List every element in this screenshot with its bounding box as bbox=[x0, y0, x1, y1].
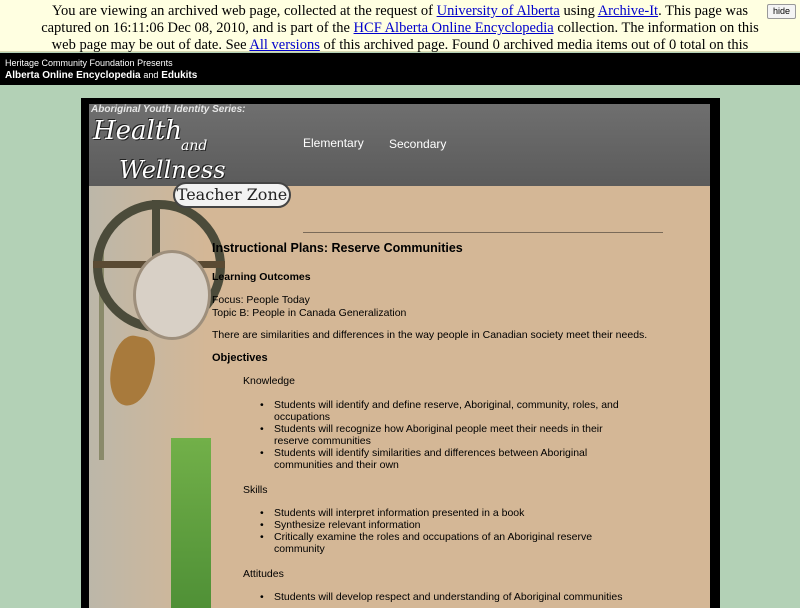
hcf-site-links: Alberta Online Encyclopedia and Edukits bbox=[5, 70, 197, 81]
skills-heading: Skills bbox=[243, 484, 268, 496]
archive-it-link[interactable]: Archive-It bbox=[598, 3, 658, 19]
page-title: Instructional Plans: Reserve Communities bbox=[212, 241, 463, 255]
encyclopedia-link[interactable]: Alberta Online Encyclopedia bbox=[5, 70, 141, 81]
all-versions-link[interactable]: All versions bbox=[249, 37, 319, 53]
drum-image bbox=[133, 250, 211, 340]
list-item: Synthesize relevant information bbox=[257, 519, 627, 531]
series-title: Aboriginal Youth Identity Series: bbox=[91, 104, 246, 115]
main-frame: Elementary Secondary Aboriginal Youth Id… bbox=[81, 98, 720, 608]
list-item: Students will recognize how Aboriginal p… bbox=[257, 423, 627, 447]
logo-wellness-text[interactable]: Wellness bbox=[119, 156, 226, 184]
knowledge-heading: Knowledge bbox=[243, 375, 295, 387]
nav-secondary-link[interactable]: Secondary bbox=[389, 137, 446, 151]
archive-banner: You are viewing an archived web page, co… bbox=[0, 0, 800, 70]
hcf-header-bar: Heritage Community Foundation Presents A… bbox=[0, 53, 800, 85]
banner-text-1: You are viewing an archived web page, co… bbox=[51, 3, 437, 19]
attitudes-heading: Attitudes bbox=[243, 568, 284, 580]
knowledge-list: Students will identify and define reserv… bbox=[257, 399, 627, 471]
focus-text: Focus: People Today bbox=[212, 294, 310, 306]
banner-text-2: using bbox=[559, 3, 598, 19]
and-text: and bbox=[143, 70, 159, 80]
logo-health-text[interactable]: Health bbox=[93, 116, 182, 146]
attitudes-list: Students will develop respect and unders… bbox=[257, 591, 627, 603]
objectives-heading: Objectives bbox=[212, 352, 268, 364]
intro-paragraph: There are similarities and differences i… bbox=[212, 329, 648, 341]
list-item: Students will develop respect and unders… bbox=[257, 591, 627, 603]
hcf-collection-link[interactable]: HCF Alberta Online Encyclopedia bbox=[354, 20, 554, 36]
list-item: Students will identify and define reserv… bbox=[257, 399, 627, 423]
learning-outcomes-heading: Learning Outcomes bbox=[212, 271, 311, 283]
decorative-artwork bbox=[89, 186, 225, 608]
hcf-presents-text: Heritage Community Foundation Presents bbox=[5, 58, 173, 68]
topic-text: Topic B: People in Canada Generalization bbox=[212, 307, 407, 319]
nav-elementary-link[interactable]: Elementary bbox=[303, 136, 364, 150]
content-panel: Elementary Secondary Aboriginal Youth Id… bbox=[89, 104, 710, 608]
hide-banner-button[interactable]: hide bbox=[766, 4, 796, 19]
skills-list: Students will interpret information pres… bbox=[257, 507, 627, 555]
list-item: Students will interpret information pres… bbox=[257, 507, 627, 519]
list-item: Students will identify similarities and … bbox=[257, 447, 627, 471]
list-item: Critically examine the roles and occupat… bbox=[257, 531, 627, 555]
university-of-alberta-link[interactable]: University of Alberta bbox=[437, 3, 560, 19]
edukits-link[interactable]: Edukits bbox=[161, 70, 197, 81]
grass-image bbox=[171, 438, 211, 608]
logo-and-text[interactable]: and bbox=[181, 138, 207, 154]
teacher-zone-badge[interactable]: Teacher Zone bbox=[173, 182, 291, 208]
divider bbox=[303, 232, 663, 233]
